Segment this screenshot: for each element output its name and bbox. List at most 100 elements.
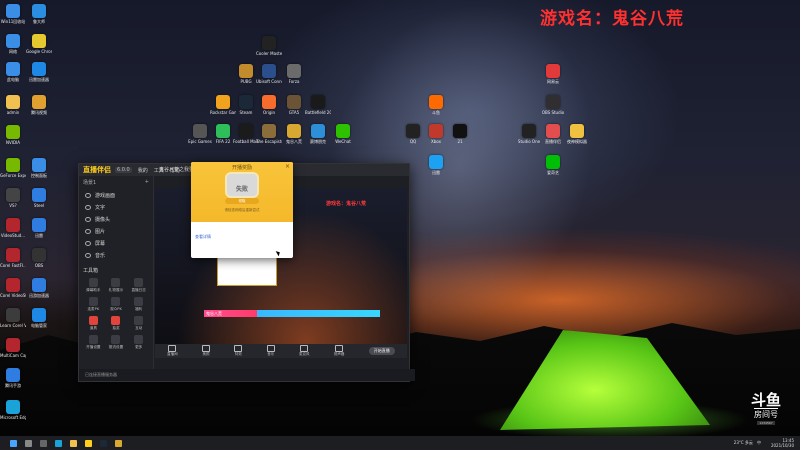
microphone-icon xyxy=(300,345,309,352)
desktop-icon[interactable]: 迅雷 xyxy=(26,218,52,238)
scene-source-item[interactable]: 图片 xyxy=(79,225,153,237)
steam-taskbar-icon[interactable] xyxy=(100,439,107,447)
desktop-icon[interactable]: 爱奇艺 xyxy=(540,155,566,175)
start-icon[interactable] xyxy=(10,439,17,447)
scene-source-item[interactable]: 游戏画面 xyxy=(79,189,153,201)
desktop-icon[interactable]: NVIDIA xyxy=(0,125,26,145)
eye-icon[interactable] xyxy=(85,204,91,210)
scene-source-item[interactable]: 音乐 xyxy=(79,249,153,261)
desktop-icon[interactable]: VideoStud... xyxy=(0,218,26,238)
microphone-button[interactable]: 麦克风 xyxy=(299,345,310,357)
explorer-icon[interactable] xyxy=(70,439,77,447)
toolbox-item[interactable]: 直播日志 xyxy=(128,278,149,293)
toolbox-item[interactable]: 更多 xyxy=(128,335,149,350)
desktop-icon[interactable]: 迅雷加速器 xyxy=(26,62,52,82)
toolbox-item[interactable]: 道具 xyxy=(83,316,104,331)
desktop-icon[interactable]: Steel xyxy=(26,188,52,208)
weather-text[interactable]: 23°C 多云 xyxy=(734,440,753,446)
beauty-button[interactable]: 美颜 xyxy=(202,345,211,357)
game-taskbar-icon[interactable] xyxy=(115,439,122,447)
desktop-icon[interactable]: 腾讯手游 xyxy=(0,368,26,388)
toolbox-item[interactable]: 开播设置 xyxy=(83,335,104,350)
desktop-icon[interactable]: 迅雷 xyxy=(423,155,449,175)
desktop-icon[interactable]: Xbox xyxy=(423,124,449,144)
toolbox-item[interactable]: 礼物展示 xyxy=(106,278,127,293)
desktop-icon[interactable]: 夜神模拟器 xyxy=(564,124,590,144)
effects-button[interactable]: 特效 xyxy=(234,345,243,357)
desktop-icon[interactable]: WeChat xyxy=(330,124,356,144)
toolbox-item[interactable]: 连麦PK xyxy=(83,297,104,312)
live-app-taskbar-icon[interactable] xyxy=(85,439,92,447)
desktop-icon[interactable]: 电脑管家 xyxy=(26,308,52,328)
desktop-icon[interactable]: 腾讯视频 xyxy=(26,95,52,115)
go-live-button[interactable]: 开始直播 xyxy=(368,347,395,355)
desktop-icon[interactable]: 此电脑 xyxy=(0,62,26,82)
add-scene-icon[interactable]: + xyxy=(145,179,149,186)
desktop-icon[interactable]: 鲁大师 xyxy=(26,4,52,24)
toolbox-item[interactable]: 弹幕助手 xyxy=(83,278,104,293)
desktop-icon[interactable]: The Escapists 2 xyxy=(256,124,282,144)
desktop-icon[interactable]: 控制面板 xyxy=(26,158,52,178)
desktop-icon[interactable]: Microsoft Edge xyxy=(0,400,26,420)
app-icon xyxy=(262,95,276,109)
desktop-icon[interactable]: Origin xyxy=(256,95,282,115)
scene-source-item[interactable]: 屏幕 xyxy=(79,237,153,249)
desktop-icon[interactable]: 迅游加速器 xyxy=(26,278,52,298)
claim-button[interactable]: 领取 xyxy=(225,198,259,204)
reward-popup[interactable]: 开播奖励 × 失败 领取 请检查网络后重新尝试 查看详情 xyxy=(191,162,293,258)
desktop-icon[interactable]: admin xyxy=(0,95,26,115)
desktop-icon[interactable]: Cooler Master(Nvidi...) xyxy=(256,36,282,56)
edge-icon[interactable] xyxy=(55,439,62,447)
desktop-icon[interactable]: Learn Corel VideoStudio xyxy=(0,308,26,328)
desktop-icon[interactable]: Forza xyxy=(281,64,307,84)
desktop-icon[interactable]: Win11回收站 xyxy=(0,4,26,24)
room-button[interactable]: 直播间 xyxy=(167,345,178,357)
toolbox-item[interactable]: 互动 xyxy=(128,316,149,331)
desktop-icon[interactable]: 网络 xyxy=(0,34,26,54)
close-icon[interactable]: × xyxy=(285,163,290,170)
desktop-icon[interactable]: OBS xyxy=(26,248,52,268)
desktop-icon[interactable]: 21 xyxy=(447,124,473,144)
desktop-icon[interactable]: Corel VideoStud... xyxy=(0,278,26,298)
clock[interactable]: 13:45 2021/10/30 xyxy=(767,438,794,448)
desktop-icon[interactable]: 斗鱼 xyxy=(423,95,449,115)
scene-header[interactable]: 场景1 + xyxy=(79,176,153,189)
desktop-icon[interactable]: Studio One xyxy=(516,124,542,144)
desktop-icon[interactable]: GeForce Experience xyxy=(0,158,26,178)
desktop-icon-label: 迅雷加速器 xyxy=(29,77,49,82)
music-button[interactable]: 音乐 xyxy=(266,345,275,357)
desktop-icon[interactable]: Ubisoft Connect xyxy=(256,64,282,84)
toolbox-item[interactable]: 抽奖 xyxy=(106,316,127,331)
desktop-icon[interactable]: 鬼谷八荒 xyxy=(281,124,307,144)
desktop-icon[interactable]: MultiCam Capture Lite xyxy=(0,338,26,358)
toolbox-item[interactable]: 推流设置 xyxy=(106,335,127,350)
desktop-icon[interactable]: 网易云 xyxy=(540,64,566,84)
mouse-cursor-icon xyxy=(275,249,282,257)
desktop-icon[interactable]: Google Chrome xyxy=(26,34,52,54)
desktop-icon[interactable]: Corel FastFl... xyxy=(0,248,26,268)
eye-icon[interactable] xyxy=(85,252,91,258)
desktop-icon[interactable]: VS? xyxy=(0,188,26,208)
desktop-icon[interactable]: GTA5 xyxy=(281,95,307,115)
eye-icon[interactable] xyxy=(85,240,91,246)
douyu-watermark: 斗鱼 房间号 1234567 xyxy=(742,392,790,430)
eye-icon[interactable] xyxy=(85,216,91,222)
app-icon xyxy=(6,368,20,382)
toolbox-item[interactable]: 观众PK xyxy=(106,297,127,312)
search-icon[interactable] xyxy=(25,439,32,447)
details-link[interactable]: 查看详情 xyxy=(195,234,211,240)
desktop-icon[interactable]: 赛博朋克 xyxy=(305,124,331,144)
desktop-icon[interactable]: 直播伴侣 xyxy=(540,124,566,144)
desktop-icon[interactable]: Battlefield 2042 xyxy=(305,95,331,115)
toolbox-item[interactable]: 福利 xyxy=(128,297,149,312)
desktop-icon[interactable]: OBS Studio xyxy=(540,95,566,115)
eye-icon[interactable] xyxy=(85,228,91,234)
speaker-button[interactable]: 扬声器 xyxy=(334,345,344,357)
app-icon xyxy=(453,124,467,138)
scene-source-item[interactable]: 文字 xyxy=(79,201,153,213)
task-view-icon[interactable] xyxy=(40,439,47,447)
scene-source-item[interactable]: 摄像头 xyxy=(79,213,153,225)
eye-icon[interactable] xyxy=(85,192,91,198)
menu-mine[interactable]: 我的 xyxy=(138,167,148,174)
input-language[interactable]: 中 xyxy=(757,440,761,446)
